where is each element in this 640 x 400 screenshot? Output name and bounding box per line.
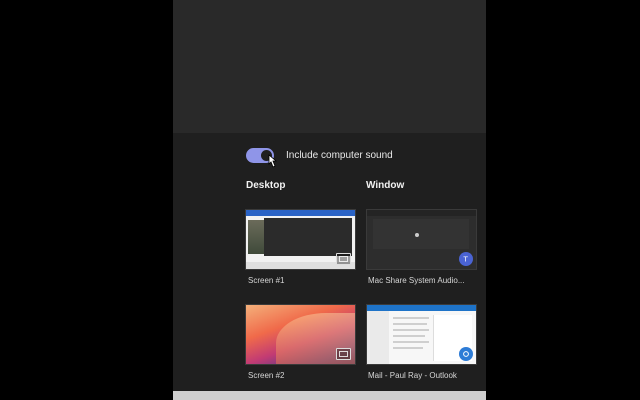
thumbnail-sidebar <box>367 311 389 364</box>
thumbnail-row <box>393 317 429 319</box>
window-2-label: Mail - Paul Ray - Outlook <box>368 371 457 380</box>
svg-text:T: T <box>463 256 469 264</box>
monitor-icon <box>336 348 351 360</box>
window-2-thumbnail[interactable] <box>366 304 477 365</box>
screen-1-thumbnail[interactable] <box>245 209 356 270</box>
mouse-cursor-icon <box>268 154 278 168</box>
thumbnail-dot <box>415 233 419 237</box>
thumbnail-row <box>393 335 425 337</box>
thumbnail-titlebar <box>246 210 355 216</box>
thumbnail-row <box>393 329 429 331</box>
share-panel: Include computer sound Desktop Window Sc… <box>173 0 486 400</box>
preview-area <box>173 0 486 133</box>
thumbnail-row <box>393 341 429 343</box>
monitor-icon <box>336 253 351 265</box>
thumbnail-image <box>248 220 264 254</box>
bottom-strip <box>173 391 486 400</box>
window-1-label: Mac Share System Audio... <box>368 276 465 285</box>
include-sound-label: Include computer sound <box>286 150 393 161</box>
teams-icon: T <box>459 252 473 266</box>
screen-2-thumbnail[interactable] <box>245 304 356 365</box>
thumbnail-window <box>373 219 469 249</box>
include-sound-row[interactable]: Include computer sound <box>246 148 393 168</box>
screen-1-label: Screen #1 <box>248 276 285 285</box>
screen-2-label: Screen #2 <box>248 371 285 380</box>
desktop-heading: Desktop <box>246 180 286 191</box>
thumbnail-row <box>393 323 427 325</box>
window-heading: Window <box>366 180 405 191</box>
outlook-icon <box>459 347 473 361</box>
thumbnail-row <box>393 347 423 349</box>
thumbnail-titlebar <box>367 210 476 216</box>
thumbnail-window <box>264 218 352 256</box>
window-1-thumbnail[interactable]: T <box>366 209 477 270</box>
